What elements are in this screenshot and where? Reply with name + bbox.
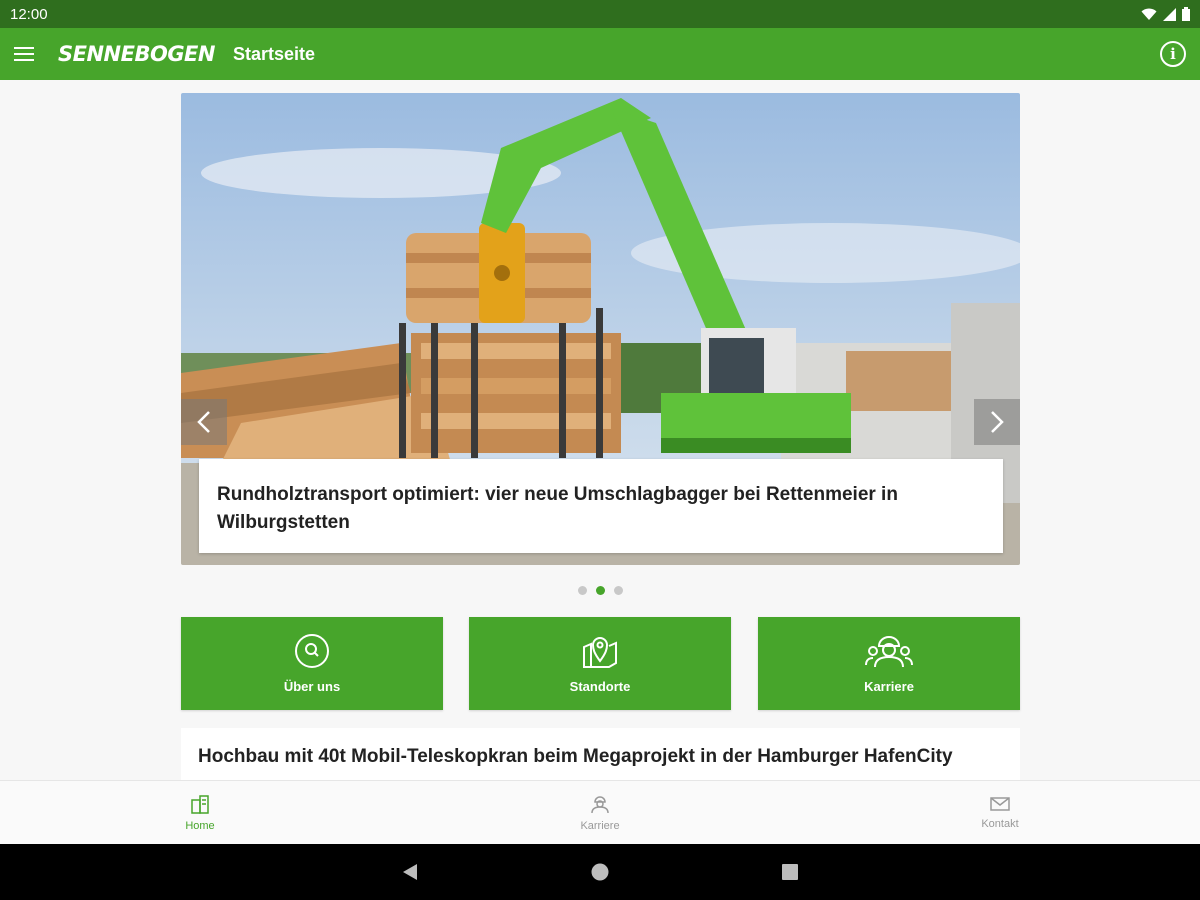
building-icon: [191, 795, 209, 814]
search-icon: [295, 634, 329, 668]
chevron-right-icon: [991, 411, 1004, 433]
nav-kontakt[interactable]: Kontakt: [940, 781, 1060, 845]
carousel-dot[interactable]: [577, 586, 587, 595]
recents-square-icon: [782, 864, 798, 880]
back-button[interactable]: [380, 844, 440, 900]
carousel-indicators: [0, 586, 1200, 595]
app-bar: SENNEBOGEN Startseite i: [0, 28, 1200, 80]
back-triangle-icon: [403, 864, 417, 880]
system-navigation-bar: [0, 844, 1200, 900]
hero-carousel[interactable]: Rundholztransport optimiert: vier neue U…: [181, 93, 1020, 565]
news-headline: Hochbau mit 40t Mobil-Teleskopkran beim …: [198, 746, 953, 767]
tile-karriere[interactable]: Karriere: [758, 617, 1020, 710]
mail-icon: [990, 797, 1010, 811]
carousel-dot[interactable]: [613, 586, 623, 595]
wifi-icon: [1141, 8, 1157, 20]
nav-label: Home: [185, 820, 215, 832]
nav-label: Kontakt: [981, 818, 1019, 830]
tile-standorte[interactable]: Standorte: [469, 617, 731, 710]
page-title: Startseite: [232, 43, 316, 64]
tile-ueber-uns[interactable]: Über uns: [181, 617, 443, 710]
nav-home[interactable]: Home: [140, 781, 260, 845]
chevron-left-icon: [197, 411, 210, 433]
tile-label: Karriere: [864, 679, 914, 694]
workers-icon: [865, 636, 913, 668]
news-card[interactable]: Hochbau mit 40t Mobil-Teleskopkran beim …: [181, 728, 1020, 788]
menu-button[interactable]: [14, 42, 38, 66]
map-pin-icon: [583, 637, 617, 668]
home-button[interactable]: [570, 844, 630, 900]
carousel-dot-active[interactable]: [595, 586, 605, 595]
home-circle-icon: [591, 863, 609, 881]
carousel-next-button[interactable]: [974, 399, 1020, 445]
status-bar: 12:00: [0, 0, 1200, 28]
slide-caption[interactable]: Rundholztransport optimiert: vier neue U…: [199, 459, 1003, 553]
bottom-navigation: Home Karriere Kontakt: [0, 780, 1200, 844]
carousel-prev-button[interactable]: [181, 399, 227, 445]
signal-icon: [1163, 7, 1176, 21]
nav-label: Karriere: [580, 820, 620, 832]
workers-icon: [591, 796, 609, 814]
info-button[interactable]: i: [1160, 41, 1186, 67]
nav-karriere[interactable]: Karriere: [540, 781, 660, 845]
recents-button[interactable]: [760, 844, 820, 900]
menu-icon: [14, 47, 34, 49]
info-icon: i: [1170, 45, 1176, 63]
quick-links: Über uns Standorte Karriere: [181, 617, 1020, 710]
tile-label: Über uns: [283, 679, 341, 694]
battery-icon: [1182, 7, 1190, 21]
status-time: 12:00: [10, 5, 48, 23]
status-icons: [1141, 7, 1190, 21]
brand-logo: SENNEBOGEN: [58, 42, 215, 66]
tile-label: Standorte: [569, 679, 631, 694]
